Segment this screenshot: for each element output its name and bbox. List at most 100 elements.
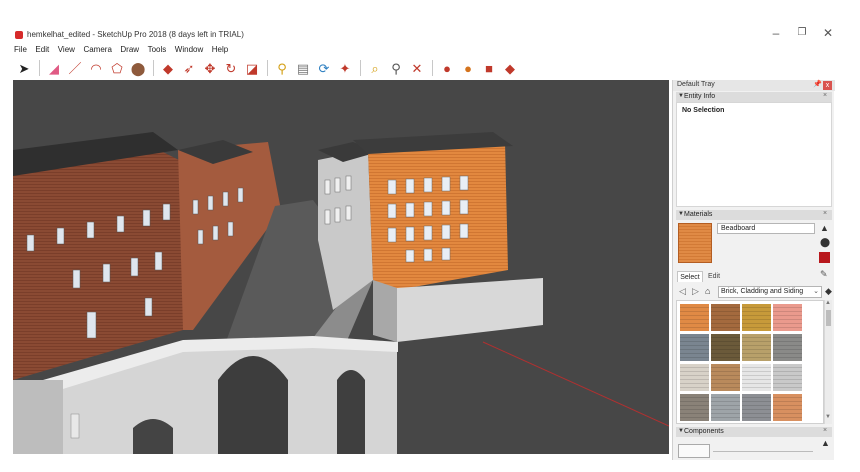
- toolbar-separator: [432, 60, 433, 76]
- materials-label: Materials: [684, 211, 713, 218]
- components-header[interactable]: ▼ Components ×: [676, 427, 832, 437]
- toolbar-separator: [39, 60, 40, 76]
- zoom-extents-tool[interactable]: ✕: [407, 58, 427, 78]
- menu-file[interactable]: File: [14, 44, 27, 56]
- menu-camera[interactable]: Camera: [83, 44, 111, 56]
- material-swatch[interactable]: [711, 364, 740, 391]
- title-bar: hemkelhat_edited - SketchUp Pro 2018 (8 …: [0, 0, 860, 44]
- scroll-down-icon[interactable]: ▼: [825, 414, 831, 420]
- zoom-tool[interactable]: ⌕: [365, 58, 385, 78]
- component-name-field[interactable]: [713, 444, 813, 452]
- text-tool[interactable]: ▤: [293, 58, 313, 78]
- sample-paint-icon[interactable]: ✎: [820, 269, 828, 280]
- default-material-color-chip[interactable]: [819, 252, 830, 263]
- tab-select[interactable]: Select: [677, 271, 703, 282]
- paint-bucket-tool[interactable]: ⬤: [128, 58, 148, 78]
- material-name-field[interactable]: Beadboard: [717, 223, 815, 234]
- warehouse-tool[interactable]: ●: [437, 58, 457, 78]
- extension-warehouse-tool[interactable]: ■: [479, 58, 499, 78]
- home-icon[interactable]: ⌂: [705, 286, 710, 296]
- menu-draw[interactable]: Draw: [120, 44, 139, 56]
- material-swatch[interactable]: [680, 364, 709, 391]
- details-arrow-icon[interactable]: ◆: [825, 286, 832, 297]
- create-material-icon[interactable]: ▲: [820, 223, 829, 233]
- forward-arrow-icon[interactable]: ▷: [692, 286, 699, 297]
- material-swatch[interactable]: [680, 334, 709, 361]
- current-material-swatch[interactable]: [678, 223, 712, 263]
- panel-close-icon[interactable]: ×: [823, 92, 827, 99]
- component-options-icon[interactable]: ▲: [821, 438, 830, 448]
- ruby-tool[interactable]: ◆: [500, 58, 520, 78]
- selection-status: No Selection: [682, 107, 725, 114]
- minimize-button[interactable]: –: [764, 24, 788, 42]
- material-swatch[interactable]: [773, 334, 802, 361]
- tray-close-button[interactable]: x: [823, 81, 832, 90]
- zoom-window-tool[interactable]: ⚲: [386, 58, 406, 78]
- menu-view[interactable]: View: [58, 44, 75, 56]
- tab-edit[interactable]: Edit: [703, 272, 725, 282]
- model-scene: [13, 132, 669, 454]
- default-tray: Default Tray 📌 x ▼ Entity Info × No Sele…: [672, 80, 835, 460]
- main-toolbar: ➤ ◢ ／ ◠ ⬠ ⬤ ◆ ➶ ✥ ↻ ◪ ⚲ ▤ ⟳ ✦ ⌕ ⚲ ✕ ● ● ■ ◆: [14, 57, 530, 79]
- material-swatch[interactable]: [773, 364, 802, 391]
- tape-measure-tool[interactable]: ⚲: [272, 58, 292, 78]
- sketchup-logo-icon: [15, 31, 23, 39]
- menu-tools[interactable]: Tools: [148, 44, 167, 56]
- shapes-tool[interactable]: ⬠: [107, 58, 127, 78]
- material-swatch[interactable]: [742, 364, 771, 391]
- push-pull-tool[interactable]: ◆: [158, 58, 178, 78]
- arc-tool[interactable]: ◠: [86, 58, 106, 78]
- menu-edit[interactable]: Edit: [35, 44, 49, 56]
- material-swatch-grid: [676, 300, 824, 424]
- collection-dropdown[interactable]: Brick, Cladding and Siding ⌄: [718, 286, 822, 298]
- scroll-up-icon[interactable]: ▲: [825, 300, 831, 306]
- window-title: hemkelhat_edited - SketchUp Pro 2018 (8 …: [27, 30, 244, 39]
- material-swatch[interactable]: [742, 394, 771, 421]
- menu-window[interactable]: Window: [175, 44, 203, 56]
- toolbar-separator: [153, 60, 154, 76]
- panel-close-icon[interactable]: ×: [823, 210, 827, 217]
- material-swatch[interactable]: [711, 304, 740, 331]
- orbit-tool[interactable]: ⟳: [314, 58, 334, 78]
- share-model-tool[interactable]: ●: [458, 58, 478, 78]
- material-swatch[interactable]: [711, 334, 740, 361]
- line-tool[interactable]: ／: [65, 58, 85, 78]
- material-swatch[interactable]: [711, 394, 740, 421]
- eraser-tool[interactable]: ◢: [44, 58, 64, 78]
- components-label: Components: [684, 428, 724, 435]
- material-navigation: ◁ ▷ ⌂ Brick, Cladding and Siding ⌄ ◆: [676, 285, 832, 299]
- restore-button[interactable]: ❐: [790, 24, 814, 42]
- move-tool[interactable]: ✥: [200, 58, 220, 78]
- materials-header[interactable]: ▼ Materials ×: [676, 210, 832, 220]
- chevron-down-icon: ⌄: [813, 288, 819, 295]
- back-arrow-icon[interactable]: ◁: [679, 286, 686, 297]
- rotate-tool[interactable]: ↻: [221, 58, 241, 78]
- select-tool[interactable]: ➤: [14, 58, 34, 78]
- collection-name: Brick, Cladding and Siding: [721, 288, 804, 295]
- material-swatch[interactable]: [742, 304, 771, 331]
- pan-tool[interactable]: ✦: [335, 58, 355, 78]
- scale-tool[interactable]: ◪: [242, 58, 262, 78]
- entity-info-header[interactable]: ▼ Entity Info ×: [676, 92, 832, 102]
- scroll-thumb[interactable]: [826, 310, 831, 326]
- menu-help[interactable]: Help: [212, 44, 228, 56]
- entity-info-label: Entity Info: [684, 93, 716, 100]
- model-viewport[interactable]: [13, 80, 669, 454]
- entity-info-panel: No Selection: [676, 102, 832, 207]
- swatch-scrollbar[interactable]: ▲ ▼: [824, 300, 832, 424]
- tray-header: Default Tray 📌 x: [673, 80, 835, 91]
- material-swatch[interactable]: [680, 394, 709, 421]
- panel-close-icon[interactable]: ×: [823, 427, 827, 434]
- component-preview: [678, 444, 710, 458]
- material-swatch[interactable]: [742, 334, 771, 361]
- paint-bucket-icon[interactable]: ⬤: [820, 237, 830, 248]
- material-swatch[interactable]: [773, 394, 802, 421]
- toolbar-separator: [360, 60, 361, 76]
- pin-icon[interactable]: 📌: [813, 80, 822, 88]
- tray-title: Default Tray: [677, 81, 715, 88]
- menu-bar: File Edit View Camera Draw Tools Window …: [14, 44, 234, 56]
- material-swatch[interactable]: [680, 304, 709, 331]
- close-button[interactable]: ✕: [816, 24, 840, 42]
- material-swatch[interactable]: [773, 304, 802, 331]
- follow-me-tool[interactable]: ➶: [179, 58, 199, 78]
